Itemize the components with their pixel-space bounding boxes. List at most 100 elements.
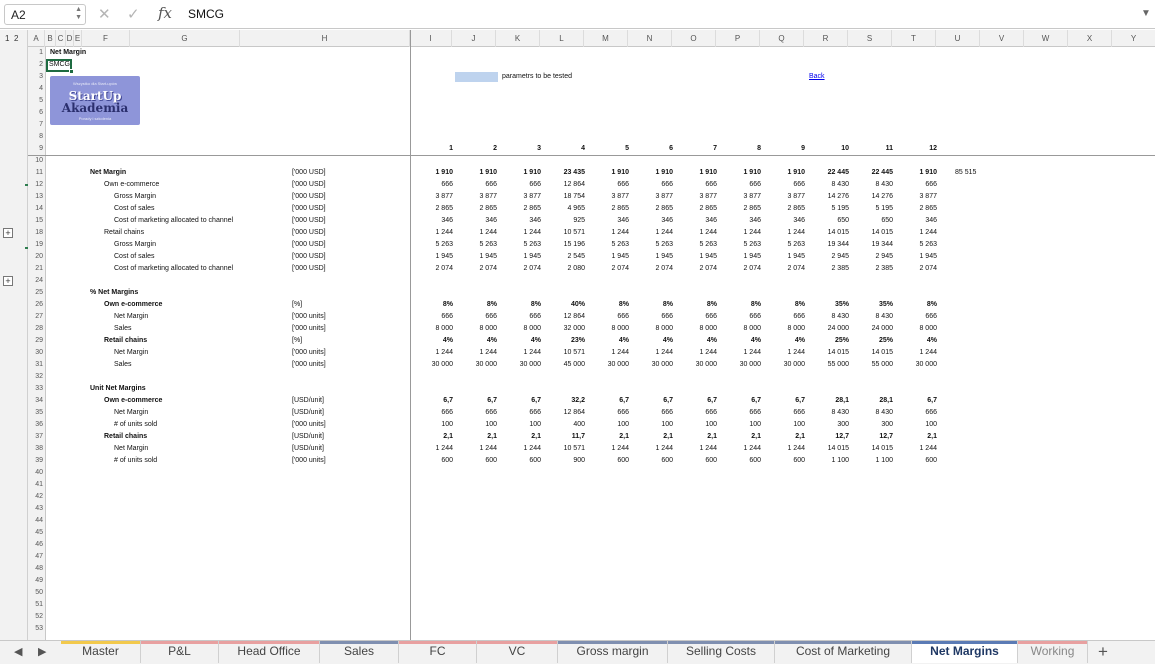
column-header-v[interactable]: V bbox=[980, 30, 1024, 47]
value-cell[interactable]: 346 bbox=[719, 215, 761, 227]
value-cell[interactable]: 1 244 bbox=[499, 443, 541, 455]
value-cell[interactable]: 666 bbox=[455, 311, 497, 323]
value-cell[interactable]: 8% bbox=[455, 299, 497, 311]
column-header-a[interactable]: A bbox=[28, 30, 45, 47]
value-cell[interactable]: 1 244 bbox=[719, 347, 761, 359]
value-cell[interactable]: 666 bbox=[631, 407, 673, 419]
value-cell[interactable]: 3 877 bbox=[719, 191, 761, 203]
value-cell[interactable]: 100 bbox=[499, 419, 541, 431]
value-cell[interactable]: 2 385 bbox=[851, 263, 893, 275]
column-header-b[interactable]: B bbox=[45, 30, 56, 47]
value-cell[interactable]: 650 bbox=[807, 215, 849, 227]
row-header-21[interactable]: 21 bbox=[28, 263, 46, 275]
row-header-49[interactable]: 49 bbox=[28, 575, 46, 587]
value-cell[interactable]: 2,1 bbox=[411, 431, 453, 443]
name-box[interactable]: A2 ▲ ▼ bbox=[4, 4, 86, 25]
cancel-icon[interactable]: ✕ bbox=[98, 5, 111, 23]
row-header-18[interactable]: 18 bbox=[28, 227, 46, 239]
value-cell[interactable]: 19 344 bbox=[807, 239, 849, 251]
value-cell[interactable]: 4% bbox=[763, 335, 805, 347]
value-cell[interactable]: 1 100 bbox=[807, 455, 849, 467]
value-cell[interactable]: 8 000 bbox=[895, 323, 937, 335]
row-header-34[interactable]: 34 bbox=[28, 395, 46, 407]
value-cell[interactable]: 30 000 bbox=[499, 359, 541, 371]
value-cell[interactable]: 600 bbox=[675, 455, 717, 467]
row-header-28[interactable]: 28 bbox=[28, 323, 46, 335]
row-header-20[interactable]: 20 bbox=[28, 251, 46, 263]
value-cell[interactable]: 4% bbox=[675, 335, 717, 347]
value-cell[interactable]: 100 bbox=[895, 419, 937, 431]
value-cell[interactable]: 3 877 bbox=[631, 191, 673, 203]
row-header-33[interactable]: 33 bbox=[28, 383, 46, 395]
value-cell[interactable]: 2 865 bbox=[675, 203, 717, 215]
value-cell[interactable]: 2,1 bbox=[587, 431, 629, 443]
row-header-37[interactable]: 37 bbox=[28, 431, 46, 443]
value-cell[interactable]: 666 bbox=[499, 311, 541, 323]
value-cell[interactable]: 346 bbox=[499, 215, 541, 227]
row-header-19[interactable]: 19 bbox=[28, 239, 46, 251]
value-cell[interactable]: 600 bbox=[455, 455, 497, 467]
column-header-x[interactable]: X bbox=[1068, 30, 1112, 47]
column-header-j[interactable]: J bbox=[452, 30, 496, 47]
value-cell[interactable]: 400 bbox=[543, 419, 585, 431]
value-cell[interactable]: 1 244 bbox=[631, 227, 673, 239]
expand-group-icon[interactable]: + bbox=[3, 276, 13, 286]
row-header-50[interactable]: 50 bbox=[28, 587, 46, 599]
value-cell[interactable]: 2,1 bbox=[763, 431, 805, 443]
value-cell[interactable]: 2 385 bbox=[807, 263, 849, 275]
value-cell[interactable]: 4% bbox=[455, 335, 497, 347]
value-cell[interactable]: 1 244 bbox=[895, 443, 937, 455]
row-header-10[interactable]: 10 bbox=[28, 155, 46, 167]
value-cell[interactable]: 8% bbox=[763, 299, 805, 311]
value-cell[interactable]: 30 000 bbox=[675, 359, 717, 371]
value-cell[interactable]: 2 945 bbox=[807, 251, 849, 263]
value-cell[interactable]: 55 000 bbox=[851, 359, 893, 371]
value-cell[interactable]: 4% bbox=[499, 335, 541, 347]
value-cell[interactable]: 8% bbox=[587, 299, 629, 311]
value-cell[interactable]: 5 263 bbox=[675, 239, 717, 251]
column-header-e[interactable]: E bbox=[74, 30, 82, 47]
expand-group-icon[interactable]: + bbox=[3, 228, 13, 238]
value-cell[interactable]: 23 435 bbox=[543, 167, 585, 179]
column-header-t[interactable]: T bbox=[892, 30, 936, 47]
value-cell[interactable]: 600 bbox=[719, 455, 761, 467]
value-cell[interactable]: 5 195 bbox=[851, 203, 893, 215]
name-box-spinner-icon[interactable]: ▲ ▼ bbox=[75, 6, 82, 22]
value-cell[interactable]: 100 bbox=[631, 419, 673, 431]
value-cell[interactable]: 666 bbox=[587, 407, 629, 419]
value-cell[interactable]: 346 bbox=[455, 215, 497, 227]
value-cell[interactable]: 1 910 bbox=[895, 167, 937, 179]
value-cell[interactable]: 2 080 bbox=[543, 263, 585, 275]
column-header-o[interactable]: O bbox=[672, 30, 716, 47]
value-cell[interactable]: 346 bbox=[675, 215, 717, 227]
value-cell[interactable]: 14 015 bbox=[851, 347, 893, 359]
value-cell[interactable]: 1 910 bbox=[763, 167, 805, 179]
value-cell[interactable]: 6,7 bbox=[499, 395, 541, 407]
row-header-6[interactable]: 6 bbox=[28, 107, 46, 119]
value-cell[interactable]: 666 bbox=[631, 311, 673, 323]
tab-cost-of-marketing[interactable]: Cost of Marketing bbox=[775, 641, 912, 663]
value-cell[interactable]: 8 000 bbox=[455, 323, 497, 335]
back-link[interactable]: Back bbox=[809, 71, 825, 83]
value-cell[interactable]: 1 945 bbox=[895, 251, 937, 263]
value-cell[interactable]: 1 244 bbox=[455, 227, 497, 239]
value-cell[interactable]: 8 430 bbox=[807, 311, 849, 323]
row-header-26[interactable]: 26 bbox=[28, 299, 46, 311]
row-header-12[interactable]: 12 bbox=[28, 179, 46, 191]
value-cell[interactable]: 6,7 bbox=[675, 395, 717, 407]
tab-vc[interactable]: VC bbox=[477, 641, 558, 663]
value-cell[interactable]: 2 865 bbox=[455, 203, 497, 215]
extra-value-cell[interactable]: 85 515 bbox=[955, 167, 976, 179]
tab-working[interactable]: Working bbox=[1018, 641, 1088, 663]
row-header-42[interactable]: 42 bbox=[28, 491, 46, 503]
value-cell[interactable]: 8 430 bbox=[851, 179, 893, 191]
row-header-32[interactable]: 32 bbox=[28, 371, 46, 383]
value-cell[interactable]: 12,7 bbox=[851, 431, 893, 443]
value-cell[interactable]: 8 000 bbox=[763, 323, 805, 335]
row-header-43[interactable]: 43 bbox=[28, 503, 46, 515]
tab-head-office[interactable]: Head Office bbox=[219, 641, 320, 663]
value-cell[interactable]: 6,7 bbox=[763, 395, 805, 407]
sheet-grid[interactable]: Net Margin SMCG parametrs to be tested Back… bbox=[46, 47, 1155, 640]
value-cell[interactable]: 5 263 bbox=[763, 239, 805, 251]
value-cell[interactable]: 600 bbox=[895, 455, 937, 467]
